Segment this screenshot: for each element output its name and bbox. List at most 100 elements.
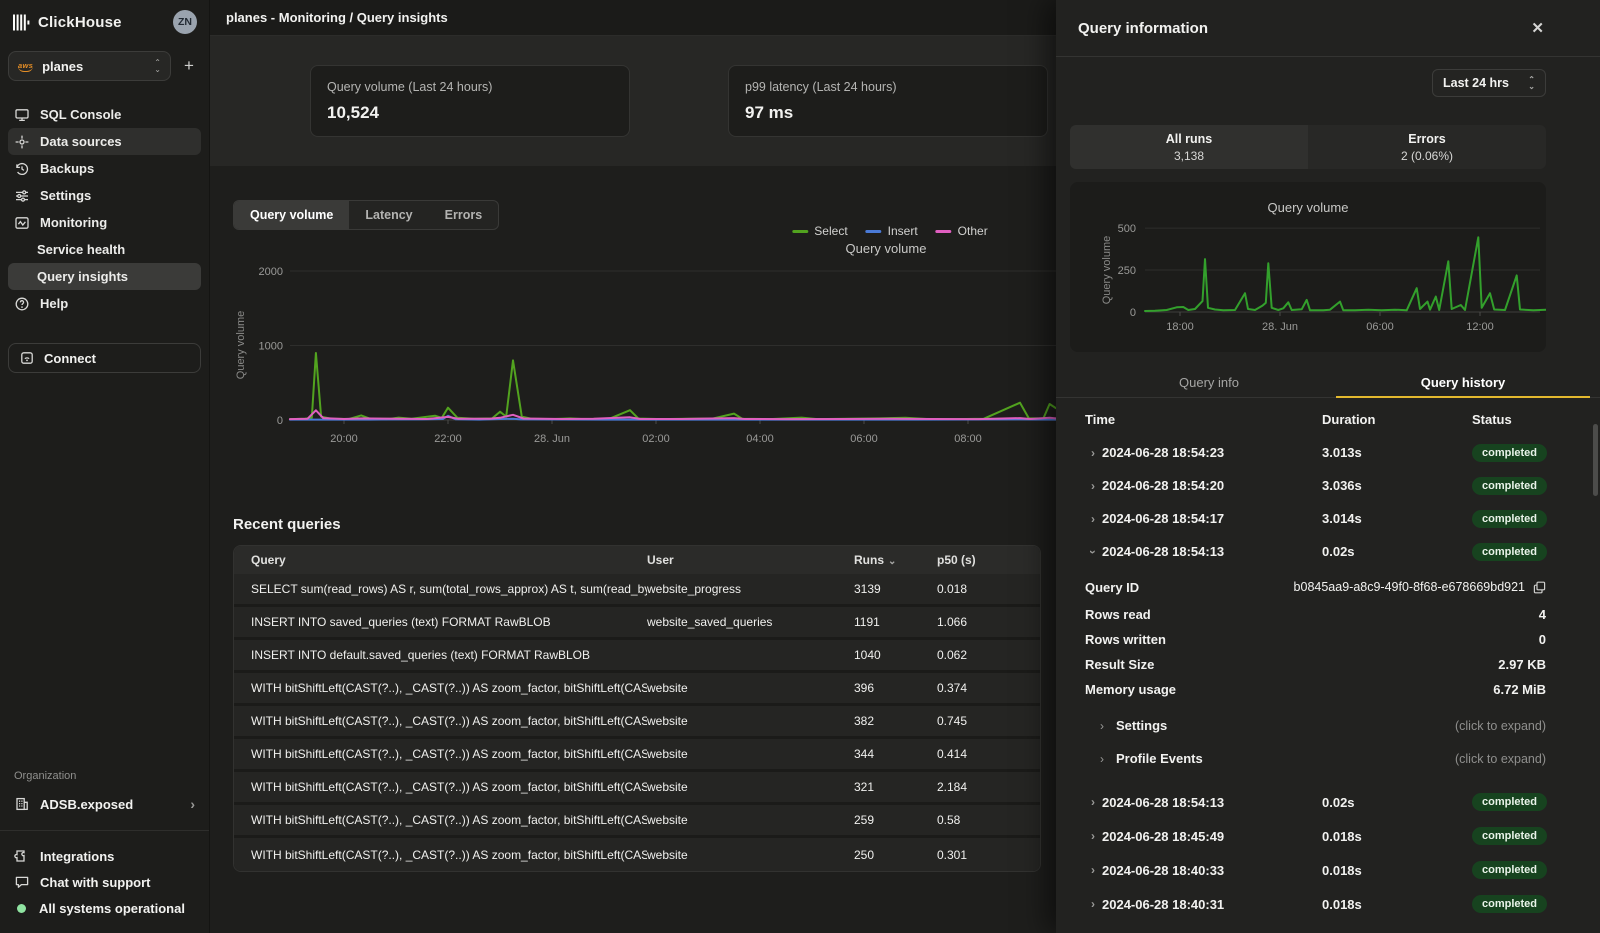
legend-swatch — [936, 230, 952, 233]
table-row[interactable]: SELECT sum(read_rows) AS r, sum(total_ro… — [234, 574, 1040, 607]
panel-title: Query information — [1078, 20, 1208, 37]
run-duration: 0.018s — [1322, 829, 1472, 844]
svg-text:08:00: 08:00 — [954, 433, 982, 445]
stat-value: 97 ms — [745, 103, 1031, 123]
chart-tabs: Query volumeLatencyErrors — [233, 200, 499, 230]
sidebar-item-service-health[interactable]: Service health — [8, 236, 201, 263]
cell-user: website — [647, 813, 854, 827]
table-row[interactable]: INSERT INTO default.saved_queries (text)… — [234, 640, 1040, 673]
cell-runs: 344 — [854, 747, 937, 761]
chevron-right-icon[interactable]: › — [1084, 863, 1102, 877]
panel-query-volume-chart: 025050018:0028. Jun06:0012:00Query volum… — [1070, 182, 1546, 352]
expand-hint: (click to expand) — [1455, 719, 1546, 733]
toggle-errors[interactable]: Errors2 (0.06%) — [1308, 125, 1546, 169]
cell-user: website — [647, 747, 854, 761]
history-row[interactable]: ›2024-06-28 18:54:130.02scompleted — [1070, 785, 1556, 819]
sidebar-item-chat-with-support[interactable]: Chat with support — [8, 869, 201, 895]
history-row[interactable]: ›2024-06-28 18:40:310.018scompleted — [1070, 887, 1556, 921]
chevron-right-icon[interactable]: › — [1084, 479, 1102, 493]
run-time: 2024-06-28 18:54:13 — [1102, 795, 1224, 810]
tab-errors[interactable]: Errors — [429, 201, 499, 229]
expand-hint: (click to expand) — [1455, 752, 1546, 766]
sidebar-item-backups[interactable]: Backups — [8, 155, 201, 182]
column-header-user[interactable]: User — [647, 553, 854, 567]
cell-p50: 0.58 — [937, 813, 1040, 827]
history-row[interactable]: ›2024-06-28 18:45:490.018scompleted — [1070, 819, 1556, 853]
sidebar-item-data-sources[interactable]: Data sources — [8, 128, 201, 155]
query-id-value: b0845aa9-a8c9-49f0-8f68-e678669bd921 — [1294, 580, 1525, 594]
organization-row[interactable]: ADSB.exposed › — [8, 790, 201, 818]
sidebar-item-help[interactable]: Help — [8, 290, 201, 317]
stat-label: Query volume (Last 24 hours) — [327, 80, 613, 94]
detail-value: 6.72 MiB — [1493, 682, 1546, 697]
tab-query-history[interactable]: Query history — [1336, 368, 1590, 397]
table-row[interactable]: INSERT INTO saved_queries (text) FORMAT … — [234, 607, 1040, 640]
svg-text:0: 0 — [277, 415, 283, 427]
status-badge: completed — [1472, 895, 1547, 913]
service-selector[interactable]: aws planes ⌃⌄ — [8, 51, 171, 81]
sidebar-item-settings[interactable]: Settings — [8, 182, 201, 209]
panel-tabs: Query infoQuery history — [1056, 368, 1600, 398]
tab-query-info[interactable]: Query info — [1082, 368, 1336, 397]
run-duration: 3.013s — [1322, 445, 1472, 460]
toggle-all-runs[interactable]: All runs3,138 — [1070, 125, 1308, 169]
history-row[interactable]: ›2024-06-28 18:54:173.014scompleted — [1070, 502, 1556, 535]
history-row[interactable]: ›2024-06-28 18:40:330.018scompleted — [1070, 853, 1556, 887]
column-header-query[interactable]: Query — [234, 553, 647, 567]
stats-band: Query volume (Last 24 hours) 10,524 p99 … — [210, 36, 1056, 166]
history-row[interactable]: ›2024-06-28 18:54:203.036scompleted — [1070, 469, 1556, 502]
legend-item-select[interactable]: Select — [792, 224, 847, 238]
legend-item-other[interactable]: Other — [936, 224, 988, 238]
connect-label: Connect — [44, 351, 96, 366]
close-icon[interactable]: ✕ — [1531, 19, 1544, 37]
history-row[interactable]: ›2024-06-28 18:54:130.02scompleted — [1070, 535, 1556, 568]
detail-label: Rows read — [1070, 607, 1151, 622]
sidebar-item-label: Backups — [40, 161, 94, 176]
copy-icon[interactable] — [1533, 581, 1546, 594]
sidebar-item-query-insights[interactable]: Query insights — [8, 263, 201, 290]
cell-query: INSERT INTO default.saved_queries (text)… — [234, 648, 647, 662]
table-row[interactable]: WITH bitShiftLeft(CAST(?..), _CAST(?..))… — [234, 805, 1040, 838]
tab-query-volume[interactable]: Query volume — [234, 201, 349, 229]
toggle-value: 3,138 — [1174, 149, 1204, 163]
chevron-right-icon[interactable]: › — [1084, 446, 1102, 460]
history-more-rows: ›2024-06-28 18:54:130.02scompleted›2024-… — [1070, 785, 1556, 921]
time-range-select[interactable]: Last 24 hrs ⌃⌄ — [1432, 69, 1546, 97]
svg-text:Query volume: Query volume — [235, 311, 247, 379]
table-row[interactable]: WITH bitShiftLeft(CAST(?..), _CAST(?..))… — [234, 838, 1040, 871]
legend-item-insert[interactable]: Insert — [866, 224, 918, 238]
sidebar-item-sql-console[interactable]: SQL Console — [8, 101, 201, 128]
chevron-down-icon[interactable]: › — [1086, 543, 1100, 561]
cell-user: website — [647, 681, 854, 695]
expandable-label: Profile Events — [1116, 751, 1203, 766]
chevron-right-icon[interactable]: › — [1084, 512, 1102, 526]
connect-button[interactable]: Connect — [8, 343, 201, 373]
history-header: Time Duration Status — [1070, 412, 1556, 427]
user-avatar[interactable]: ZN — [173, 10, 197, 34]
sidebar-item-integrations[interactable]: Integrations — [8, 843, 201, 869]
add-service-button[interactable]: + — [177, 56, 201, 76]
expandable-settings[interactable]: ›Settings(click to expand) — [1070, 709, 1546, 742]
expandable-profile-events[interactable]: ›Profile Events(click to expand) — [1070, 742, 1546, 775]
backups-icon — [14, 161, 30, 177]
column-header-runs[interactable]: Runs⌄ — [854, 553, 937, 567]
column-header-p50-s-[interactable]: p50 (s) — [937, 553, 1040, 567]
history-row[interactable]: ›2024-06-28 18:54:233.013scompleted — [1070, 436, 1556, 469]
sidebar-item-monitoring[interactable]: Monitoring — [8, 209, 201, 236]
table-row[interactable]: WITH bitShiftLeft(CAST(?..), _CAST(?..))… — [234, 706, 1040, 739]
status-dot — [17, 904, 26, 913]
table-row[interactable]: WITH bitShiftLeft(CAST(?..), _CAST(?..))… — [234, 673, 1040, 706]
chevron-right-icon[interactable]: › — [1084, 897, 1102, 911]
cell-runs: 250 — [854, 848, 937, 862]
chevron-right-icon[interactable]: › — [1084, 795, 1102, 809]
sidebar-item-label: Integrations — [40, 849, 114, 864]
table-row[interactable]: WITH bitShiftLeft(CAST(?..), _CAST(?..))… — [234, 772, 1040, 805]
tab-latency[interactable]: Latency — [349, 201, 428, 229]
query-volume-chart: 01000200020:0022:0028. Jun02:0004:0006:0… — [210, 235, 1056, 485]
panel-scrollbar[interactable] — [1593, 424, 1598, 496]
chevron-right-icon[interactable]: › — [1084, 829, 1102, 843]
table-row[interactable]: WITH bitShiftLeft(CAST(?..), _CAST(?..))… — [234, 739, 1040, 772]
sidebar-item-all-systems-operational[interactable]: All systems operational — [8, 895, 201, 921]
detail-row: Result Size2.97 KB — [1070, 652, 1546, 677]
cell-user: website_progress — [647, 582, 854, 596]
